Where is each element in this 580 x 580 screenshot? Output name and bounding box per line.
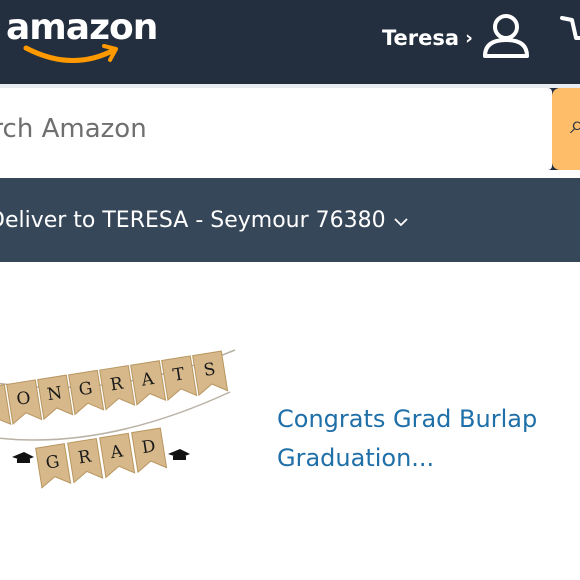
top-header: amazon Teresa › bbox=[0, 0, 580, 84]
smile-arrow-icon bbox=[23, 44, 118, 63]
amazon-logo[interactable]: amazon bbox=[6, 2, 166, 72]
product-title-link[interactable]: Congrats Grad Burlap Graduation... bbox=[277, 400, 577, 478]
search-input[interactable] bbox=[0, 88, 552, 170]
product-title-line-1: Congrats Grad Burlap bbox=[277, 405, 538, 433]
cart-icon[interactable] bbox=[560, 12, 580, 52]
banner-pennant: A bbox=[130, 360, 167, 406]
grad-cap-icon bbox=[168, 449, 190, 460]
banner-pennant: G bbox=[35, 443, 72, 489]
search-button[interactable]: ⌕ bbox=[552, 88, 580, 170]
deliver-to-bar[interactable]: Deliver to TERESA - Seymour 76380 bbox=[0, 178, 580, 262]
product-title-line-2: Graduation... bbox=[277, 444, 435, 472]
banner-pennant: O bbox=[6, 379, 43, 425]
search-bar: ⌕ bbox=[0, 88, 580, 170]
banner-pennant: N bbox=[37, 374, 74, 421]
banner-pennant: A bbox=[99, 432, 136, 479]
banner-pennant: R bbox=[99, 364, 136, 411]
search-icon: ⌕ bbox=[570, 110, 580, 140]
chevron-down-icon bbox=[393, 218, 408, 227]
banner-pennant: D bbox=[131, 427, 168, 474]
banner-pennant: R bbox=[67, 437, 104, 484]
chevron-right-icon: › bbox=[465, 27, 473, 49]
account-link[interactable]: Teresa › bbox=[382, 20, 473, 56]
deliver-to-text: Deliver to TERESA - Seymour 76380 bbox=[0, 207, 386, 233]
user-icon[interactable] bbox=[480, 12, 532, 62]
banner-bottom-row: GRAD bbox=[35, 427, 168, 489]
banner-pennant: S bbox=[192, 350, 229, 397]
product-image[interactable]: CONGRATS GRAD bbox=[0, 342, 250, 512]
banner-top-row: CONGRATS bbox=[0, 350, 229, 430]
search-input-wrapper bbox=[0, 88, 552, 170]
grad-cap-icon bbox=[12, 452, 34, 463]
account-name: Teresa bbox=[382, 26, 460, 50]
banner-pennant: G bbox=[68, 369, 105, 416]
banner-pennant: T bbox=[161, 355, 198, 401]
